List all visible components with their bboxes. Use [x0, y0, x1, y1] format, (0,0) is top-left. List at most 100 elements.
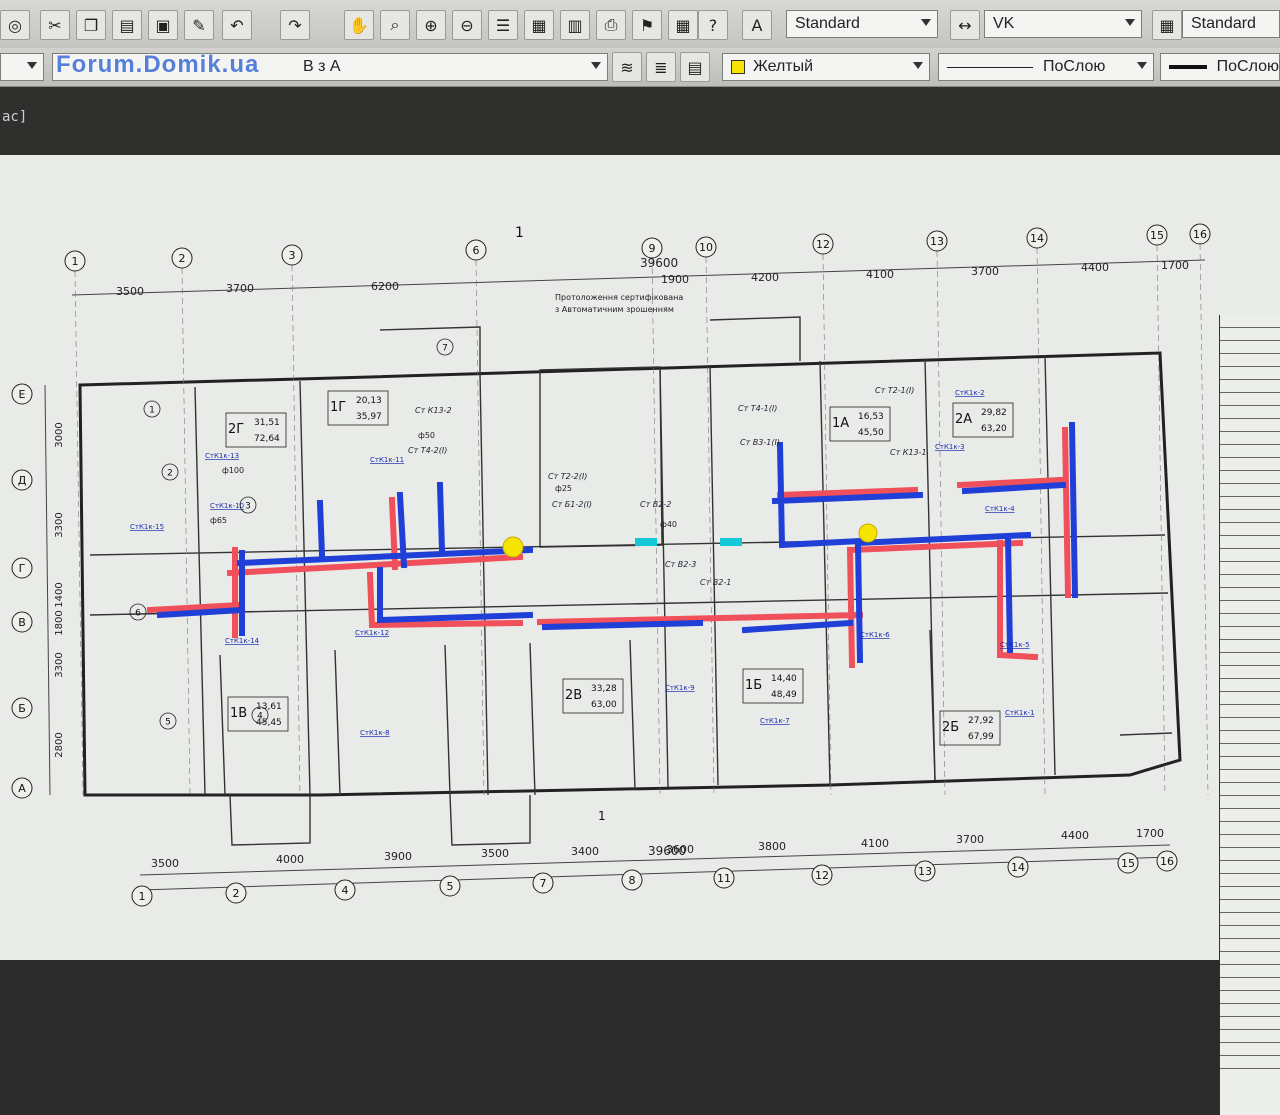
- room-number: 3: [245, 502, 251, 512]
- axis-number: 16: [1193, 228, 1207, 241]
- layer-manager-icon[interactable]: ▤: [680, 52, 710, 82]
- riser-label: Ст Б1-2(І): [552, 500, 592, 509]
- linetype-combo[interactable]: ПоСлою: [938, 53, 1154, 81]
- legend-row: [1220, 1043, 1280, 1056]
- command-line[interactable]: ас]: [0, 87, 1280, 157]
- dimension-left: 2800: [54, 732, 65, 757]
- make-current-layer-icon[interactable]: ≋: [612, 52, 642, 82]
- axis-line: [651, 257, 661, 796]
- match-properties-icon[interactable]: ▣: [148, 10, 178, 40]
- drawing-canvas[interactable]: 1 2 3 6 9 10 12 13 14 15 16 1 2 4 5 7 8 11 12 13 14 15 16 Е Д Г В Б…: [0, 155, 1280, 1115]
- riser-label: Ст К13-1: [890, 448, 927, 457]
- apartment-area-living: 14,40: [771, 674, 797, 684]
- floor-plan: 1 2 3 6 9 10 12 13 14 15 161 2 4 5 7 8 11 12 13 14 15 16ЕДГВБ…: [11, 223, 1211, 907]
- axis-line: [181, 267, 191, 796]
- standard-toolbar: ◎ ✂ ❐ ▤ ▣ ✎ ↶ ↷ ✋ ⌕ ⊕ ⊖ ☰ ▦ ▥ ⎙ ⚑ ▦ ? A …: [0, 0, 1280, 49]
- globe-icon[interactable]: ◎: [0, 10, 30, 40]
- sheet-set-icon[interactable]: ⎙: [596, 10, 626, 40]
- axis-number: 4: [342, 884, 349, 897]
- dimension-bottom: 3800: [758, 840, 786, 853]
- apartment-code: 1Г: [330, 400, 346, 415]
- axis-line: [936, 250, 946, 796]
- axis-number: 12: [816, 238, 830, 251]
- help-icon[interactable]: ?: [698, 10, 728, 40]
- chevron-down-icon: [1137, 62, 1147, 69]
- apartment-area-total: 48,49: [771, 690, 797, 700]
- legend-row: [1220, 822, 1280, 835]
- table-style-combo[interactable]: Standard: [1182, 10, 1280, 38]
- legend-row: [1220, 744, 1280, 757]
- apartment-code: 1Б: [745, 678, 762, 693]
- tool-palettes-icon[interactable]: ▥: [560, 10, 590, 40]
- dimension-top: 4200: [751, 271, 779, 284]
- markup-icon[interactable]: ⚑: [632, 10, 662, 40]
- dim-style-icon[interactable]: ↔: [950, 10, 980, 40]
- legend-row: [1220, 601, 1280, 614]
- legend-row: [1220, 445, 1280, 458]
- linetype-sample: [947, 66, 1033, 68]
- dim-style-combo[interactable]: VK: [984, 10, 1142, 38]
- text-style-icon[interactable]: A: [742, 10, 772, 40]
- riser-label: Ст К13-2: [415, 406, 452, 415]
- chevron-down-icon: [921, 19, 931, 26]
- legend-row: [1220, 666, 1280, 679]
- layer-previous-icon[interactable]: ≣: [646, 52, 676, 82]
- layer-state-combo[interactable]: [0, 53, 44, 81]
- legend-row: [1220, 731, 1280, 744]
- pipe-label: СтК1к-10: [210, 502, 244, 510]
- apartment-area-living: 31,51: [254, 418, 280, 428]
- cyan-fitting: [720, 538, 742, 546]
- dimension-bottom: 3500: [151, 857, 179, 870]
- legend-row: [1220, 497, 1280, 510]
- dimension-bottom: 3500: [481, 847, 509, 860]
- room-number: 7: [442, 344, 448, 354]
- dimension-total-top: 39600: [640, 256, 678, 270]
- dimension-left: 3300: [54, 652, 65, 677]
- axis-number: 14: [1011, 861, 1025, 874]
- chevron-down-icon: [913, 62, 923, 69]
- yellow-marker: [502, 536, 524, 558]
- apartment-area-total: 63,20: [981, 424, 1007, 434]
- legend-row: [1220, 406, 1280, 419]
- calculator-icon[interactable]: ▦: [668, 10, 698, 40]
- axis-letter: А: [18, 782, 26, 795]
- axis-number: 3: [289, 249, 296, 262]
- color-combo[interactable]: Желтый: [722, 53, 930, 81]
- legend-row: [1220, 575, 1280, 588]
- legend-row: [1220, 419, 1280, 432]
- apartment-code: 1А: [832, 416, 849, 431]
- dimension-top: 1900: [661, 273, 689, 286]
- properties-icon[interactable]: ☰: [488, 10, 518, 40]
- axis-number: 5: [447, 880, 454, 893]
- redo-icon[interactable]: ↷: [280, 10, 310, 40]
- lineweight-combo[interactable]: ПоСлою: [1160, 53, 1280, 81]
- axis-number: 1: [139, 890, 146, 903]
- zoom-realtime-icon[interactable]: ⌕: [380, 10, 410, 40]
- apartment-area-total: 67,99: [968, 732, 994, 742]
- room-number: 2: [167, 469, 173, 479]
- axis-number: 14: [1030, 232, 1044, 245]
- room-number: 1: [149, 406, 155, 416]
- room-number: 5: [165, 718, 171, 728]
- copy-icon[interactable]: ❐: [76, 10, 106, 40]
- design-center-icon[interactable]: ▦: [524, 10, 554, 40]
- cut-icon[interactable]: ✂: [40, 10, 70, 40]
- zoom-previous-icon[interactable]: ⊖: [452, 10, 482, 40]
- axis-number: 10: [699, 241, 713, 254]
- paste-icon[interactable]: ▤: [112, 10, 142, 40]
- dimension-left: 3000: [54, 422, 65, 447]
- zoom-window-icon[interactable]: ⊕: [416, 10, 446, 40]
- dimension-total-bottom: 39600: [648, 844, 686, 858]
- table-style-icon[interactable]: ▦: [1152, 10, 1182, 40]
- riser-label: Ст В3-1(І): [740, 438, 780, 447]
- note-line-2: з Автоматичним зрошенням: [555, 305, 674, 314]
- legend-row: [1220, 653, 1280, 666]
- brush-icon[interactable]: ✎: [184, 10, 214, 40]
- pan-hand-icon[interactable]: ✋: [344, 10, 374, 40]
- legend-row: [1220, 640, 1280, 653]
- undo-icon[interactable]: ↶: [222, 10, 252, 40]
- dimension-top: 4100: [866, 268, 894, 281]
- text-style-combo[interactable]: Standard: [786, 10, 938, 38]
- axis-line: [1156, 244, 1166, 796]
- pipe-label: СтК1к-8: [360, 729, 390, 737]
